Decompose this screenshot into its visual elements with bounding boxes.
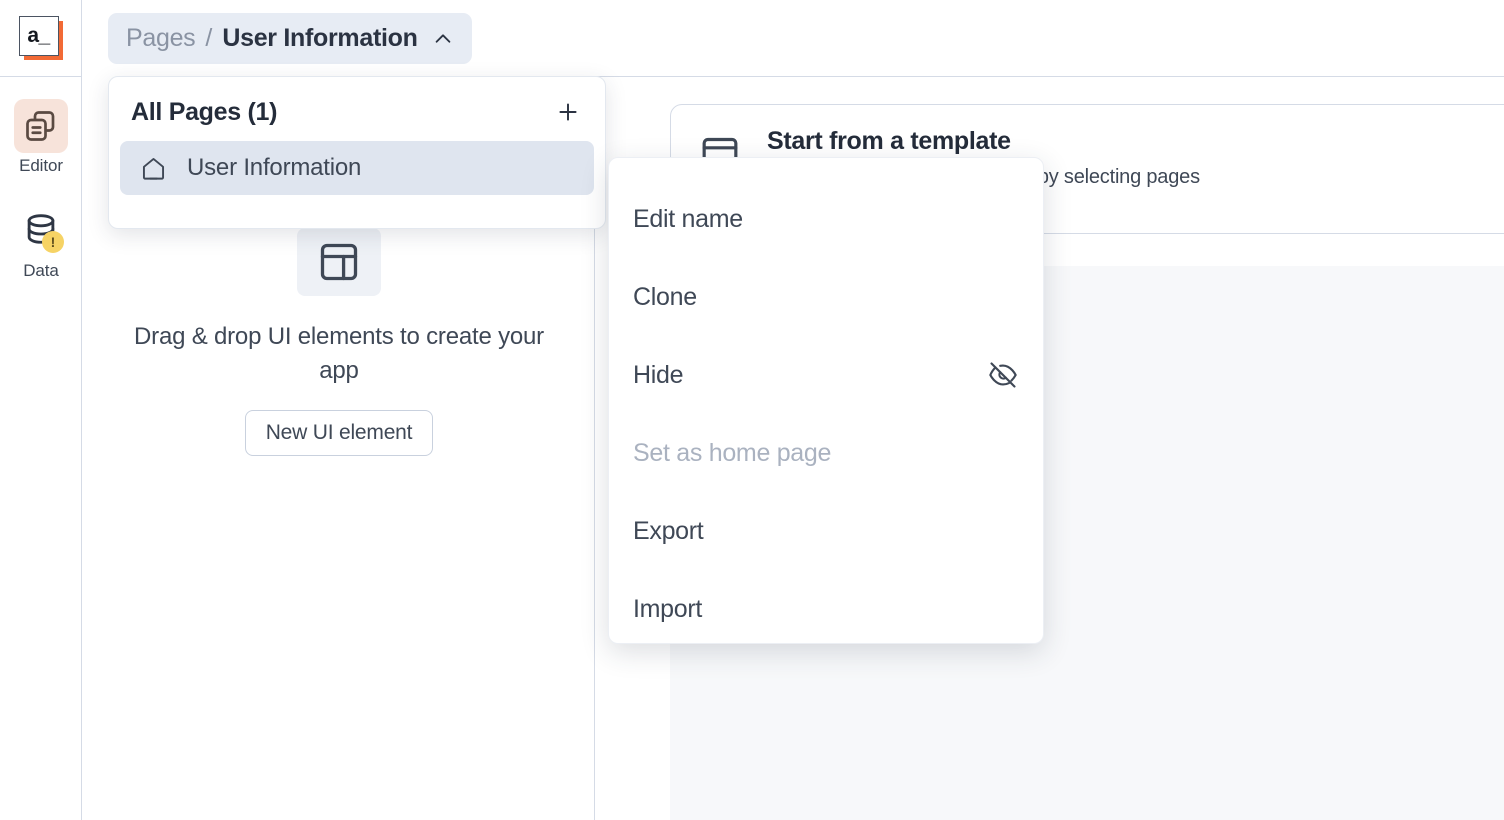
context-menu-item-label: Export: [633, 516, 704, 545]
chevron-up-icon[interactable]: [432, 28, 454, 50]
breadcrumb-separator: /: [205, 24, 213, 52]
context-menu-item-clone[interactable]: Clone: [609, 258, 1043, 336]
add-page-button[interactable]: [553, 97, 583, 127]
page-list-item-label: User Information: [187, 154, 362, 181]
canvas-empty-text: Drag & drop UI elements to create your a…: [134, 323, 544, 384]
rail-item-editor[interactable]: Editor: [0, 91, 82, 182]
page-list-item-user-information[interactable]: User Information: [120, 141, 594, 195]
breadcrumb[interactable]: Pages / User Information: [108, 13, 472, 64]
context-menu-item-set-as-home-page: Set as home page: [609, 414, 1043, 492]
pages-panel-title: All Pages (1): [131, 97, 278, 126]
rail-item-editor-label: Editor: [19, 156, 63, 175]
template-card-title: Start from a template: [767, 127, 1011, 155]
layout-icon-box: [297, 228, 381, 296]
context-menu-item-label: Hide: [633, 360, 684, 389]
data-icon-box: !: [14, 204, 68, 258]
logo-mark: a_: [18, 16, 59, 56]
context-menu-item-label: Set as home page: [633, 438, 832, 467]
editor-icon-box: [14, 99, 68, 153]
context-menu-item-hide[interactable]: Hide: [609, 336, 1043, 414]
data-warning-badge: !: [42, 231, 64, 253]
rail-item-data-label: Data: [23, 261, 59, 280]
page-context-menu: Edit name Clone Hide Set as home page Ex…: [608, 157, 1044, 644]
eye-off-icon: [987, 359, 1019, 391]
context-menu-item-export[interactable]: Export: [609, 492, 1043, 570]
layout-icon: [317, 240, 361, 284]
copy-pages-icon: [23, 108, 59, 144]
app-root: a_ Editor ! Data Drag & drop UI elements…: [0, 0, 1504, 820]
canvas-empty-state: Drag & drop UI elements to create your a…: [83, 228, 595, 456]
app-logo[interactable]: a_: [0, 0, 81, 77]
home-icon: [140, 155, 167, 182]
context-menu-item-edit-name[interactable]: Edit name: [609, 180, 1043, 258]
pages-panel-header: All Pages (1): [109, 77, 605, 127]
context-menu-item-label: Import: [633, 594, 703, 623]
breadcrumb-current-label: User Information: [222, 24, 418, 52]
rail-item-data[interactable]: ! Data: [0, 196, 82, 287]
pages-dropdown-panel: All Pages (1) User Information: [108, 76, 606, 229]
main-topbar: [596, 0, 1504, 77]
context-menu-item-import[interactable]: Import: [609, 570, 1043, 648]
context-menu-item-label: Edit name: [633, 204, 743, 233]
breadcrumb-root-label[interactable]: Pages: [126, 24, 196, 53]
rail-items: Editor ! Data: [0, 77, 81, 287]
context-menu-item-label: Clone: [633, 282, 697, 311]
new-ui-element-button[interactable]: New UI element: [244, 410, 434, 456]
logo-text: a_: [27, 23, 50, 47]
left-rail: a_ Editor ! Data: [0, 0, 82, 820]
